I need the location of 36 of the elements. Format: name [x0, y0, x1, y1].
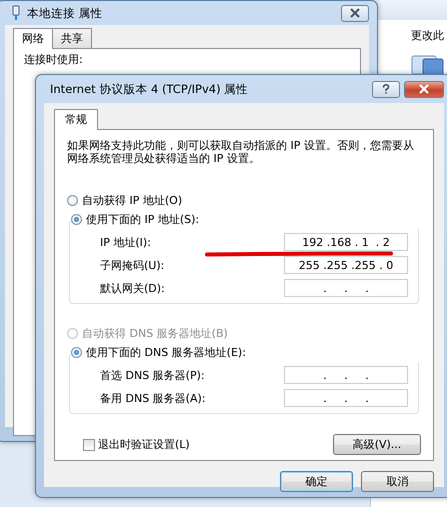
field-label: 备用 DNS 服务器(A):	[100, 390, 206, 406]
radio-label[interactable]: 自动获得 IP 地址(O)	[82, 193, 182, 208]
ip-address-field[interactable]: 192 .168 . 1 . 2	[284, 233, 408, 252]
close-button[interactable]	[341, 4, 369, 22]
network-adapter-icon	[11, 5, 21, 21]
advanced-button[interactable]: 高级(V)...	[333, 434, 421, 456]
close-button[interactable]	[404, 80, 444, 98]
tab[interactable]: 常规	[54, 109, 98, 130]
tab[interactable]: 共享	[52, 28, 92, 48]
close-icon	[418, 84, 430, 94]
ip-address-field[interactable]: . . .	[284, 279, 408, 298]
radio-label[interactable]: 使用下面的 DNS 服务器地址(E):	[86, 345, 246, 360]
field-label: IP 地址(I):	[100, 234, 151, 250]
section-label: 连接时使用:	[24, 53, 83, 66]
help-button[interactable]	[372, 80, 400, 98]
ip-address-field[interactable]: . . .	[284, 389, 408, 408]
field-label: 默认网关(D):	[100, 280, 165, 296]
radio-label[interactable]: 使用下面的 IP 地址(S):	[86, 212, 200, 228]
close-icon	[349, 8, 361, 18]
tab[interactable]: 网络	[13, 28, 53, 49]
ok-button[interactable]: 确定	[280, 471, 353, 492]
window-title: 本地连接 属性	[27, 6, 103, 20]
window-title: Internet 协议版本 4 (TCP/IPv4) 属性	[50, 82, 248, 96]
checkbox[interactable]	[83, 438, 95, 451]
checkbox-label[interactable]: 退出时验证设置(L)	[98, 437, 190, 452]
field-label: 子网掩码(U):	[100, 258, 164, 273]
help-icon	[380, 84, 392, 94]
field-label: 首选 DNS 服务器(P):	[100, 368, 205, 383]
ip-address-field[interactable]: 255 .255 .255 . 0	[284, 256, 408, 274]
radio-button[interactable]	[71, 214, 82, 226]
description-text: 如果网络支持此功能，则可以获取自动指派的 IP 设置。否则，您需要从网络系统管理员处获得适当的 IP 设置。	[67, 140, 415, 166]
radio-button[interactable]	[67, 195, 78, 206]
ip-address-field[interactable]: . . .	[284, 366, 408, 384]
toolbar-link[interactable]: 更改此	[411, 28, 444, 43]
cancel-button[interactable]: 取消	[361, 471, 434, 492]
radio-button[interactable]	[71, 347, 82, 358]
